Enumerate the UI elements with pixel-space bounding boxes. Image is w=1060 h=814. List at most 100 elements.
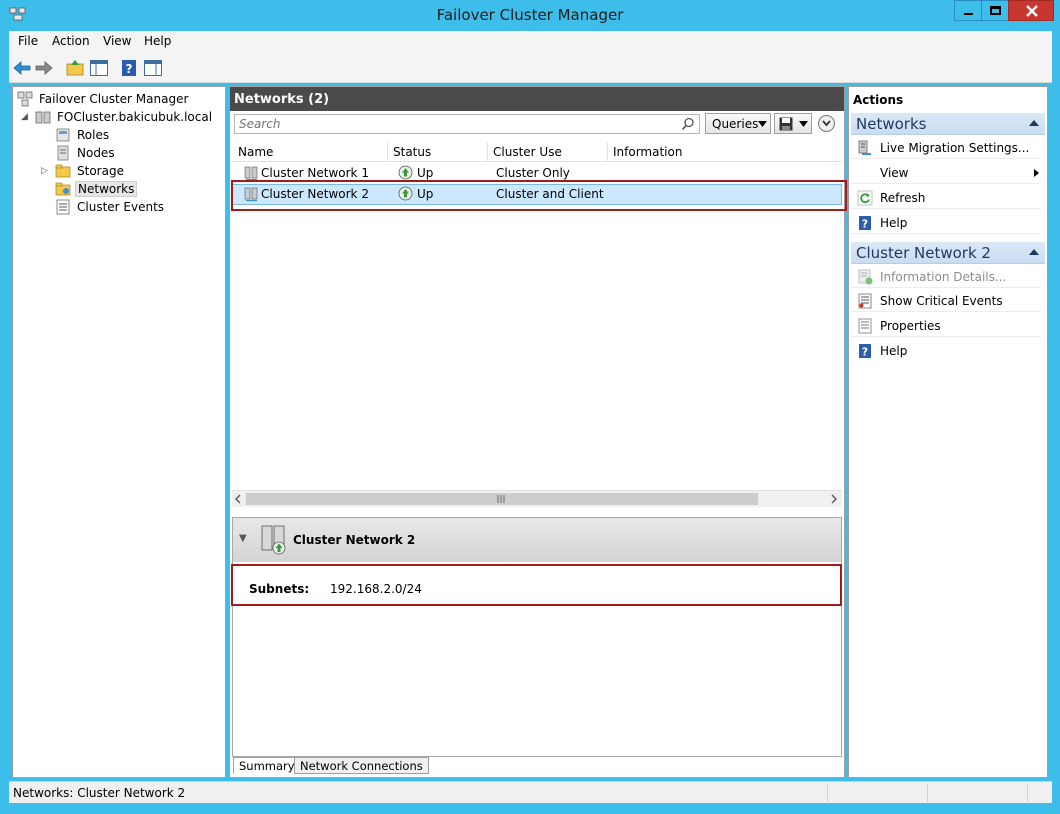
action-label: Refresh xyxy=(880,191,926,205)
chevron-down-icon xyxy=(799,121,808,127)
help-icon: ? xyxy=(859,344,871,359)
action-label: View xyxy=(880,166,909,180)
collapsed-triangle-icon[interactable]: ▷ xyxy=(41,166,48,176)
action-refresh[interactable]: Refresh xyxy=(851,187,1041,209)
tree-label: Storage xyxy=(77,164,124,178)
search-input[interactable] xyxy=(235,115,675,133)
scroll-left-icon[interactable] xyxy=(234,494,242,504)
cluster-events-icon xyxy=(56,199,70,215)
section-label: Networks xyxy=(856,115,927,133)
forward-arrow-icon[interactable] xyxy=(33,57,55,79)
row-status: Up xyxy=(417,166,434,180)
tree-label: Failover Cluster Manager xyxy=(39,92,189,106)
pane-title: Networks (2) xyxy=(234,92,330,107)
column-header-status[interactable]: Status xyxy=(393,145,431,159)
menu-action[interactable]: Action xyxy=(52,34,90,48)
search-box[interactable] xyxy=(234,114,700,134)
tree-label: Cluster Events xyxy=(77,200,165,214)
action-label: Help xyxy=(880,344,908,358)
column-header-row: Name Status Cluster Use Information xyxy=(232,142,842,162)
action-view[interactable]: View xyxy=(851,162,1041,184)
action-show-critical-events[interactable]: Show Critical Events xyxy=(851,290,1041,312)
back-arrow-icon[interactable] xyxy=(11,57,33,79)
properties-icon xyxy=(858,318,872,334)
navigation-tree: Failover Cluster Manager ◢ FOCluster.bak… xyxy=(12,86,226,778)
status-bar: Networks: Cluster Network 2 xyxy=(9,781,1052,803)
networks-icon xyxy=(55,182,71,196)
chevron-down-icon xyxy=(822,120,831,127)
cluster-icon xyxy=(35,111,51,124)
actions-title: Actions xyxy=(853,93,904,107)
info-details-icon xyxy=(858,269,873,285)
cluster-network-large-icon xyxy=(261,525,286,555)
toolbar: ? xyxy=(9,53,1052,83)
up-folder-icon[interactable] xyxy=(64,57,86,79)
details-header[interactable]: ▼ Cluster Network 2 xyxy=(233,518,841,562)
minimize-button[interactable] xyxy=(954,0,982,21)
tree-label: Nodes xyxy=(77,146,115,160)
window-title: Failover Cluster Manager xyxy=(436,6,624,24)
networks-pane: Networks (2) Queries Name xyxy=(229,86,847,778)
minimize-icon xyxy=(964,13,973,15)
refresh-icon xyxy=(857,190,873,206)
show-hide-tree-icon[interactable] xyxy=(88,57,110,79)
title-bar[interactable]: Failover Cluster Manager xyxy=(0,0,1060,30)
action-label: Live Migration Settings... xyxy=(880,141,1030,155)
save-query-dropdown[interactable] xyxy=(774,113,812,134)
help-icon: ? xyxy=(859,216,871,231)
menu-file[interactable]: File xyxy=(18,34,38,48)
help-icon[interactable]: ? xyxy=(118,57,140,79)
maximize-button[interactable] xyxy=(981,0,1009,21)
storage-icon xyxy=(55,164,71,178)
details-title: Cluster Network 2 xyxy=(293,533,416,547)
action-help-2[interactable]: ? Help xyxy=(851,340,1041,362)
menu-view[interactable]: View xyxy=(103,34,131,48)
close-icon xyxy=(1026,5,1038,17)
action-live-migration-settings[interactable]: Live Migration Settings... xyxy=(851,137,1041,159)
live-migration-icon xyxy=(858,140,871,155)
horizontal-scrollbar[interactable] xyxy=(232,490,842,507)
action-information-details[interactable]: Information Details... xyxy=(851,266,1041,288)
action-label: Help xyxy=(880,216,908,230)
critical-events-icon xyxy=(858,293,872,309)
menu-bar: File Action View Help xyxy=(9,31,1052,53)
actions-section-networks[interactable]: Networks xyxy=(851,113,1045,135)
svg-text:?: ? xyxy=(126,62,133,76)
nodes-icon xyxy=(57,145,69,161)
column-header-information[interactable]: Information xyxy=(613,145,682,159)
collapse-triangle-icon[interactable] xyxy=(1029,120,1039,126)
chevron-down-icon[interactable]: ▼ xyxy=(239,533,247,544)
action-properties[interactable]: Properties xyxy=(851,315,1041,337)
show-hide-action-pane-icon[interactable] xyxy=(142,57,164,79)
submenu-arrow-icon xyxy=(1034,169,1039,177)
tree-label: Roles xyxy=(77,128,110,142)
status-up-icon xyxy=(398,165,413,180)
maximize-icon xyxy=(990,6,1001,15)
action-label: Properties xyxy=(880,319,941,333)
app-window: Failover Cluster Manager File Action Vie… xyxy=(0,0,1060,814)
column-header-cluster-use[interactable]: Cluster Use xyxy=(493,145,562,159)
tab-network-connections[interactable]: Network Connections xyxy=(294,757,429,774)
action-help[interactable]: ? Help xyxy=(851,212,1041,234)
actions-section-cluster-network-2[interactable]: Cluster Network 2 xyxy=(851,242,1045,264)
tab-summary[interactable]: Summary xyxy=(233,757,301,774)
column-header-name[interactable]: Name xyxy=(238,145,273,159)
collapse-button[interactable] xyxy=(818,115,835,132)
scroll-right-icon[interactable] xyxy=(830,494,838,504)
tree-label-selected: Networks xyxy=(75,181,138,197)
chevron-down-icon xyxy=(758,121,767,127)
expanded-triangle-icon[interactable]: ◢ xyxy=(21,112,28,122)
menu-help[interactable]: Help xyxy=(144,34,171,48)
details-panel: ▼ Cluster Network 2 Subnets: 192.168.2.0… xyxy=(232,517,842,757)
close-button[interactable] xyxy=(1008,0,1054,21)
save-disk-icon xyxy=(779,117,793,131)
svg-text:?: ? xyxy=(862,346,868,359)
cluster-manager-icon xyxy=(17,91,33,107)
row-cluster-use: Cluster Only xyxy=(496,166,570,180)
cluster-network-icon xyxy=(244,166,258,181)
action-label: Information Details... xyxy=(880,270,1007,284)
queries-dropdown[interactable]: Queries xyxy=(705,113,771,134)
search-icon[interactable] xyxy=(681,117,695,131)
scroll-thumb[interactable] xyxy=(246,493,758,505)
collapse-triangle-icon[interactable] xyxy=(1029,249,1039,255)
